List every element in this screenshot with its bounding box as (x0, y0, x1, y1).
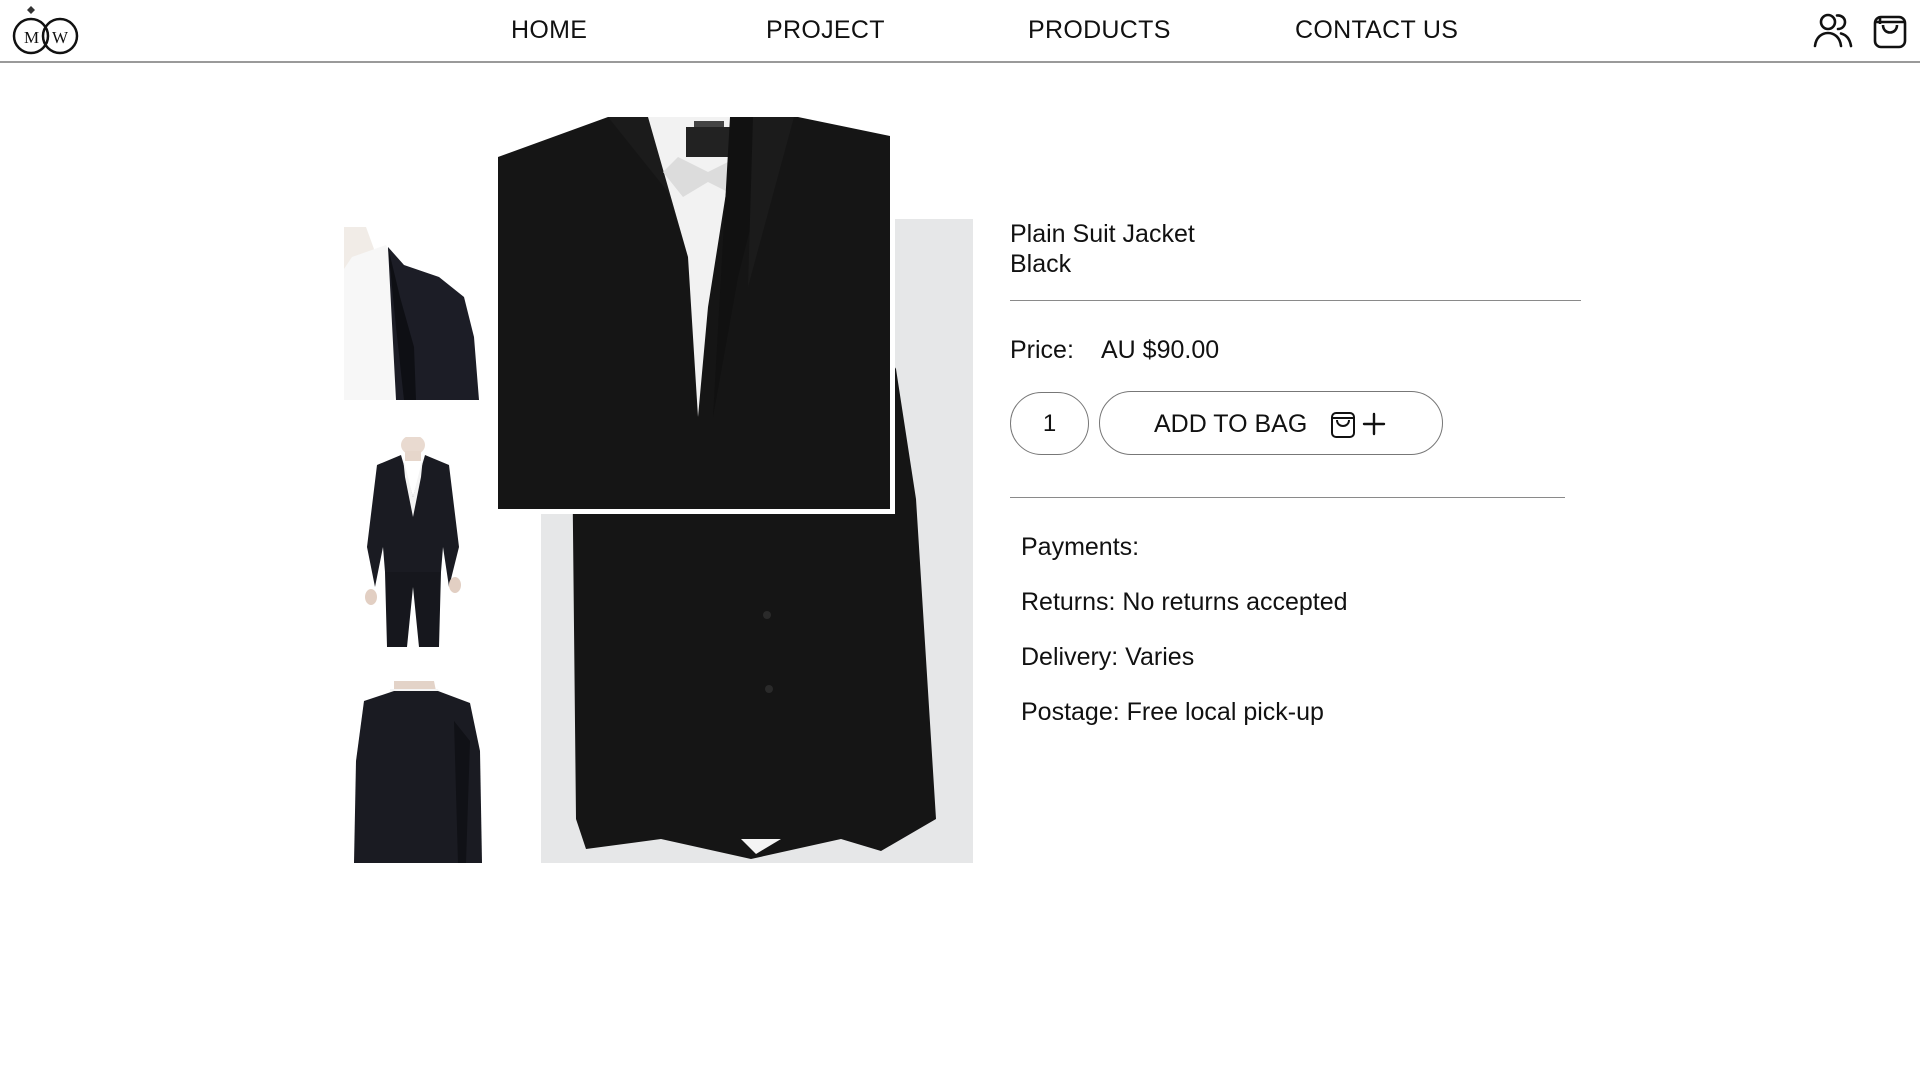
add-to-bag-label: ADD TO BAG (1154, 410, 1308, 438)
divider (1010, 497, 1565, 498)
site-header: M W HOME PROJECT PRODUCTS CONTACT US (0, 0, 1920, 63)
quantity-input[interactable]: 1 (1010, 392, 1089, 455)
brand-logo[interactable]: M W (10, 4, 86, 58)
nav-project[interactable]: PROJECT (766, 16, 885, 45)
price-value: AU $90.00 (1101, 336, 1220, 364)
shopping-bag-icon[interactable] (1870, 10, 1910, 50)
product-color: Black (1010, 250, 1072, 278)
shopping-bag-icon (1329, 409, 1357, 439)
price-label: Price: (1010, 336, 1074, 364)
returns-info: Returns: No returns accepted (1021, 588, 1348, 616)
plus-icon (1362, 412, 1386, 436)
zoom-view (498, 117, 895, 514)
nav-home[interactable]: HOME (511, 16, 587, 45)
thumbnail-shoulder-detail[interactable] (344, 227, 479, 400)
add-to-bag-button[interactable]: ADD TO BAG (1099, 391, 1443, 455)
product-name: Plain Suit Jacket (1010, 220, 1195, 248)
nav-contact-us[interactable]: CONTACT US (1295, 16, 1458, 45)
payments-info: Payments: (1021, 533, 1140, 561)
thumbnail-jacket-back[interactable] (354, 681, 482, 863)
divider (1010, 300, 1581, 301)
thumbnail-three-piece-suit[interactable] (355, 437, 475, 647)
nav-products[interactable]: PRODUCTS (1028, 16, 1171, 45)
delivery-info: Delivery: Varies (1021, 643, 1195, 671)
postage-info: Postage: Free local pick-up (1021, 698, 1324, 726)
account-icon[interactable] (1813, 10, 1853, 50)
svg-text:M: M (24, 28, 39, 47)
svg-text:W: W (52, 28, 69, 47)
